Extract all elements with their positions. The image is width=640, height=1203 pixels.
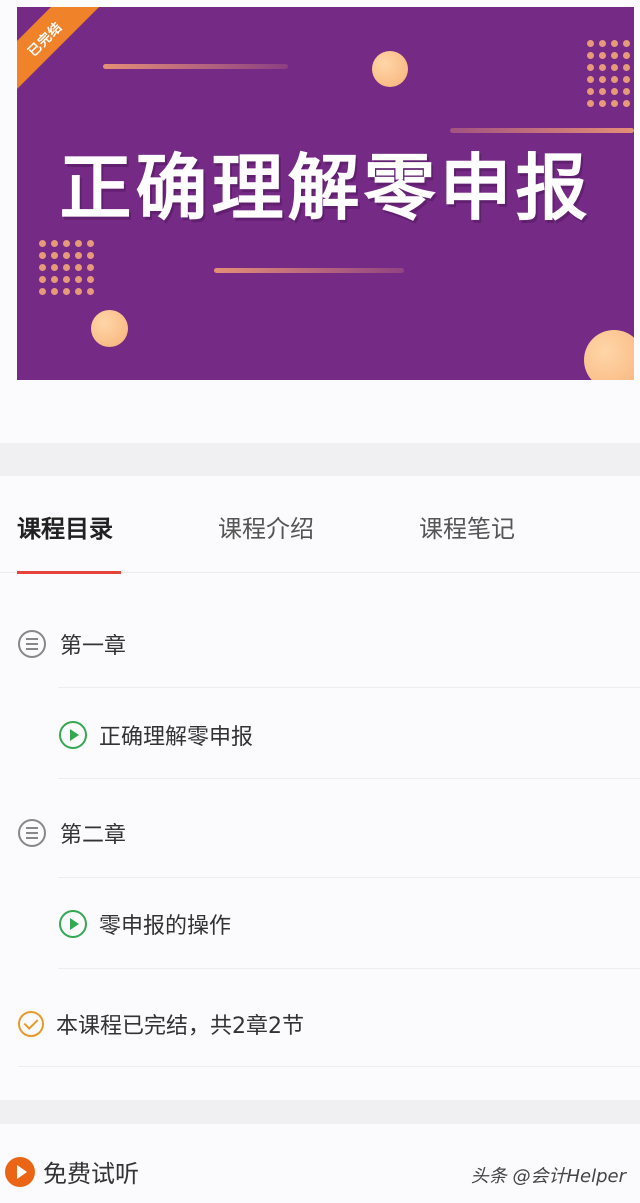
play-circle-icon — [59, 910, 87, 938]
row-divider — [58, 877, 640, 878]
decor-dots — [587, 40, 630, 107]
completion-note: 本课程已完结，共2章2节 — [0, 1006, 640, 1042]
free-trial-button[interactable]: 免费试听 — [5, 1154, 139, 1189]
chapter-item[interactable]: 第二章 — [0, 815, 640, 851]
bottom-bar: 免费试听 头条 @会计Helper — [0, 1124, 640, 1203]
lesson-item[interactable]: 正确理解零申报 — [0, 717, 640, 753]
course-page: 已完结 正确理解零申报 课程目录 课程介绍 课程笔记 第一章 正确理解零申报 第… — [0, 0, 640, 1203]
section-divider — [0, 443, 640, 476]
tab-catalog[interactable]: 课程目录 — [17, 509, 113, 544]
decor-circle — [584, 330, 634, 380]
chapter-list-icon — [18, 819, 46, 847]
tab-notes[interactable]: 课程笔记 — [419, 509, 515, 544]
completed-corner-tag: 已完结 — [17, 7, 110, 104]
chapter-title: 第二章 — [60, 823, 127, 848]
watermark: 头条 @会计Helper — [470, 1166, 626, 1187]
decor-circle — [372, 51, 408, 87]
play-circle-icon — [59, 721, 87, 749]
check-circle-icon — [18, 1011, 44, 1037]
chapter-title: 第一章 — [60, 634, 127, 659]
banner-title: 正确理解零申报 — [59, 146, 592, 230]
lesson-item[interactable]: 零申报的操作 — [0, 906, 640, 942]
chapter-list-icon — [18, 630, 46, 658]
free-trial-label: 免费试听 — [43, 1160, 139, 1188]
decor-circle — [91, 310, 128, 347]
row-divider — [58, 778, 640, 779]
row-divider — [18, 1066, 640, 1067]
completion-text: 本课程已完结，共2章2节 — [56, 1014, 304, 1039]
course-banner: 已完结 正确理解零申报 — [17, 7, 634, 380]
decor-stripe — [103, 64, 288, 69]
tab-intro[interactable]: 课程介绍 — [218, 509, 314, 544]
tab-bar: 课程目录 课程介绍 课程笔记 — [0, 476, 640, 573]
active-tab-indicator — [17, 571, 121, 574]
decor-stripe — [214, 268, 404, 273]
lesson-title: 零申报的操作 — [99, 914, 232, 939]
corner-tag-label: 已完结 — [25, 19, 66, 60]
row-divider — [58, 687, 640, 688]
play-filled-icon — [5, 1156, 35, 1187]
row-divider — [58, 968, 640, 969]
section-divider — [0, 1100, 640, 1124]
chapter-item[interactable]: 第一章 — [0, 626, 640, 662]
lesson-title: 正确理解零申报 — [99, 725, 254, 750]
decor-dots — [39, 240, 94, 295]
